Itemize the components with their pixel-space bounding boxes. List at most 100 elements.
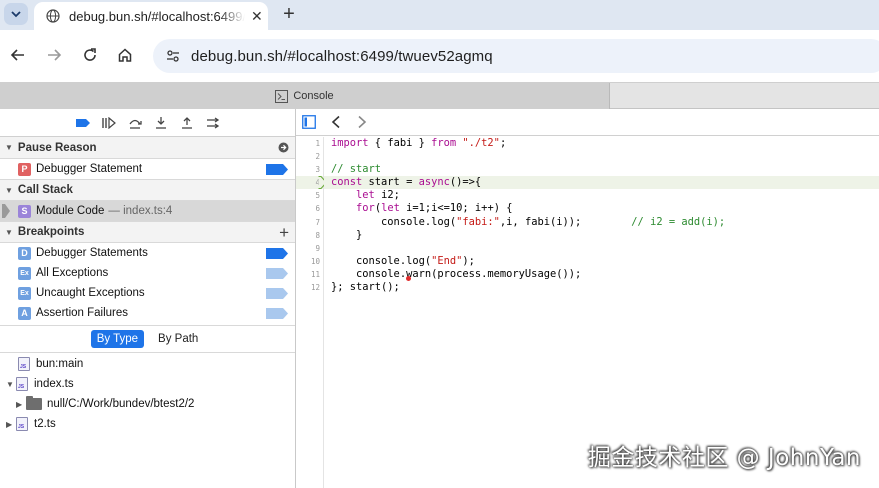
code-line-6: for(let i=1;i<=10; i++) { — [356, 202, 513, 215]
forward-button[interactable] — [43, 44, 65, 66]
source-file-t2[interactable]: ▶ t2.ts — [0, 414, 295, 434]
code-lines: import { fabi } from "./t2"; // start co… — [324, 137, 879, 294]
source-editor-panel: 1 2 3 4 5 6 7 8 9 10 11 12 import { fabi… — [296, 109, 879, 488]
reload-icon — [84, 48, 96, 61]
site-info-icon[interactable] — [163, 46, 183, 66]
tab-console[interactable]: Console — [0, 83, 610, 109]
step-out-icon — [181, 117, 192, 129]
call-frame-location: — index.ts:4 — [108, 205, 173, 217]
devtools-header: Console — [0, 82, 879, 109]
line-number: 9 — [315, 243, 320, 253]
source-filter-bar: By Type By Path — [0, 325, 295, 353]
chevron-down-icon — [11, 11, 21, 18]
step-into-icon — [155, 117, 166, 129]
breakpoint-all-exceptions[interactable]: Ex All Exceptions — [0, 263, 295, 283]
breakpoint-assertion-failures[interactable]: A Assertion Failures — [0, 303, 295, 323]
code-line-12: }; start(); — [331, 281, 400, 294]
tab-strip: debug.bun.sh/#localhost:6499/twuev52agmq… — [0, 0, 879, 30]
breakpoint-label: Debugger Statements — [36, 247, 148, 259]
address-bar[interactable]: debug.bun.sh/#localhost:6499/twuev52agmq — [153, 39, 879, 73]
js-file-icon — [16, 377, 28, 391]
source-folder[interactable]: ▶ null/C:/Work/bundev/btest2/2 — [0, 394, 295, 414]
code-line-1: import { fabi } from "./t2"; — [331, 137, 507, 149]
debugger-sidebar: ▼ Pause Reason P Debugger Statement ▼ Ca… — [0, 109, 296, 488]
line-number: 1 — [315, 139, 320, 148]
breakpoint-label: Uncaught Exceptions — [36, 287, 145, 299]
step-out-button[interactable] — [176, 112, 198, 134]
filter-by-type-button[interactable]: By Type — [90, 330, 145, 348]
source-folder-label: null/C:/Work/bundev/btest2/2 — [47, 398, 195, 410]
call-frame[interactable]: S Module Code — index.ts:4 — [0, 201, 295, 221]
code-line-10: console.log("End"); — [331, 254, 475, 267]
url-text: debug.bun.sh/#localhost:6499/twuev52agmq — [191, 47, 493, 65]
add-breakpoint-icon[interactable]: + — [279, 223, 289, 243]
navigate-forward-icon[interactable] — [356, 115, 368, 129]
line-number: 5 — [315, 191, 320, 201]
code-editor[interactable]: 1 2 3 4 5 6 7 8 9 10 11 12 import { fabi… — [296, 137, 879, 488]
line-number: 10 — [310, 256, 320, 266]
line-number: 7 — [315, 217, 320, 227]
breakpoint-active-icon — [266, 164, 288, 175]
home-icon — [118, 48, 132, 62]
step-button[interactable] — [202, 112, 224, 134]
current-frame-icon — [2, 204, 10, 218]
back-button[interactable] — [7, 44, 29, 66]
breakpoint-active-icon[interactable] — [266, 248, 288, 259]
js-file-icon — [18, 357, 30, 371]
breakpoint-label: Assertion Failures — [36, 307, 129, 319]
toggle-sidebar-icon[interactable] — [302, 115, 316, 129]
source-file-index[interactable]: ▼ index.ts — [0, 374, 295, 394]
pause-reason-item[interactable]: P Debugger Statement — [0, 159, 295, 179]
breakpoint-debugger-statements[interactable]: D Debugger Statements — [0, 243, 295, 263]
step-over-icon — [128, 119, 142, 129]
home-button[interactable] — [114, 44, 136, 66]
pause-reason-header[interactable]: ▼ Pause Reason — [0, 137, 295, 159]
breakpoint-inactive-icon[interactable] — [266, 268, 288, 279]
code-line-8: } — [331, 228, 363, 241]
filter-by-path-button[interactable]: By Path — [152, 330, 204, 348]
globe-icon — [46, 9, 60, 23]
browser-tab[interactable]: debug.bun.sh/#localhost:6499/twuev52agmq… — [34, 2, 268, 30]
js-file-icon — [16, 417, 28, 431]
tab-console-label: Console — [293, 90, 334, 102]
line-number: 3 — [315, 165, 320, 175]
cursor-dot-icon — [406, 276, 411, 281]
breakpoints-toggle-button[interactable] — [72, 112, 94, 134]
disclosure-triangle-icon[interactable]: ▼ — [6, 380, 16, 389]
breakpoint-label: All Exceptions — [36, 267, 109, 279]
reload-button[interactable] — [79, 44, 101, 66]
source-file-label: t2.ts — [34, 418, 56, 430]
pause-reason-title: Pause Reason — [17, 141, 97, 154]
disclosure-triangle-icon[interactable]: ▶ — [6, 420, 16, 429]
tab-search-button[interactable] — [4, 3, 28, 25]
disclosure-triangle-icon[interactable]: ▶ — [16, 400, 26, 409]
step-into-button[interactable] — [150, 112, 172, 134]
breakpoints-header[interactable]: ▼ Breakpoints + — [0, 221, 295, 243]
breakpoint-type-icon: D — [18, 246, 31, 260]
breakpoint-type-icon: Ex — [18, 286, 31, 300]
new-tab-button[interactable]: + — [278, 3, 300, 25]
navigate-back-icon[interactable] — [330, 115, 342, 129]
call-stack-title: Call Stack — [17, 184, 73, 196]
pause-reason-label: Debugger Statement — [36, 163, 143, 175]
code-line-3: // start — [331, 163, 382, 176]
breakpoint-inactive-icon[interactable] — [266, 288, 288, 299]
close-tab-icon[interactable]: ✕ — [251, 8, 263, 25]
step-over-button[interactable] — [124, 112, 146, 134]
breakpoint-type-icon: A — [18, 306, 31, 320]
tab-title: debug.bun.sh/#localhost:6499/twuev52agmq — [69, 8, 245, 24]
breakpoint-uncaught-exceptions[interactable]: Ex Uncaught Exceptions — [0, 283, 295, 303]
source-file-bun-main[interactable]: bun:main — [0, 354, 295, 374]
code-line-7: console.log("fabi:",i, fabi(i)); // i2 =… — [331, 215, 726, 228]
line-number: 11 — [310, 269, 320, 279]
line-number-gutter[interactable]: 1 2 3 4 5 6 7 8 9 10 11 12 — [296, 137, 324, 488]
continue-button[interactable] — [98, 112, 120, 134]
breakpoint-inactive-icon[interactable] — [266, 308, 288, 319]
disclosure-triangle-icon: ▼ — [5, 143, 13, 152]
arrow-right-icon — [48, 49, 62, 61]
step-icon — [206, 116, 219, 129]
go-to-arrow-icon[interactable] — [278, 142, 289, 153]
call-stack-header[interactable]: ▼ Call Stack — [0, 179, 295, 201]
debugger-toolbar — [0, 109, 295, 137]
